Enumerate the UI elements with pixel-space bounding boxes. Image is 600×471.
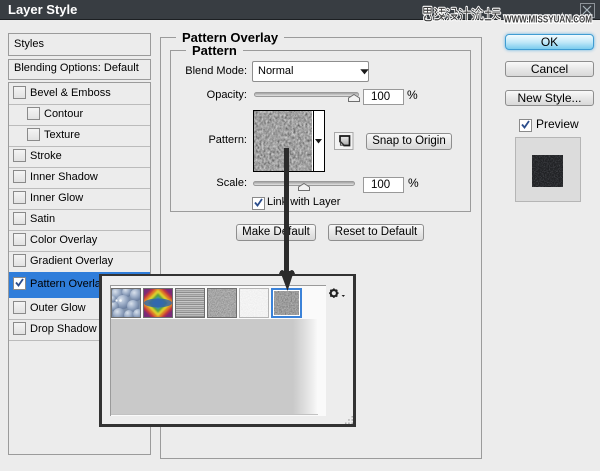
svg-text:WWW.MISSYUAN.COM: WWW.MISSYUAN.COM: [504, 14, 592, 25]
